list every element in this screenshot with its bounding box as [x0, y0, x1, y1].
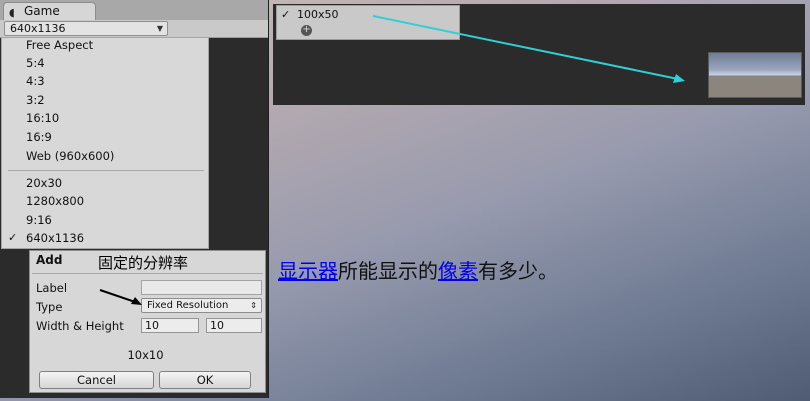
menu-item-4-3[interactable]: 4:3 — [2, 72, 208, 90]
menu-item-16-9[interactable]: 16:9 — [2, 128, 208, 146]
size-field-label: Width & Height — [36, 319, 124, 333]
dialog-title: Add — [36, 253, 63, 267]
menu-item-16-10[interactable]: 16:10 — [2, 109, 208, 127]
dialog-divider — [32, 273, 263, 274]
label-field-label: Label — [36, 281, 68, 295]
link-pixel[interactable]: 像素 — [438, 259, 478, 283]
label-input[interactable] — [141, 280, 262, 295]
menu-item-5-4[interactable]: 5:4 — [2, 54, 208, 72]
cancel-button[interactable]: Cancel — [39, 371, 154, 389]
checkmark-icon: ✓ — [8, 231, 18, 244]
menu-item-free-aspect[interactable]: Free Aspect — [2, 36, 208, 54]
width-input[interactable]: 10 — [141, 318, 199, 333]
updown-arrow-icon: ⇕ — [250, 301, 257, 310]
ok-button[interactable]: OK — [159, 371, 251, 389]
menu-divider — [8, 170, 204, 171]
menu-item-web[interactable]: Web (960x600) — [2, 147, 208, 165]
menu-item-9-16[interactable]: 9:16 — [2, 211, 208, 229]
game-view-thumbnail — [708, 52, 802, 98]
resolution-menu: Free Aspect 5:4 4:3 3:2 16:10 16:9 Web (… — [1, 37, 209, 249]
menu-item-3-2[interactable]: 3:2 — [2, 91, 208, 109]
menu-item-20x30[interactable]: 20x30 — [2, 174, 208, 192]
menu-item-640x1136[interactable]: ✓ 640x1136 — [2, 229, 208, 247]
tab-game-label: Game — [24, 4, 60, 18]
caption-part-2: 有多少。 — [478, 259, 558, 283]
caption-part-1: 所能显示的 — [338, 259, 438, 283]
resolution-preview: 10x10 — [127, 348, 164, 362]
aspect-dropdown-value: 640x1136 — [10, 22, 66, 35]
aspect-dropdown[interactable]: 640x1136 ▼ — [4, 21, 168, 36]
type-select[interactable]: Fixed Resolution ⇕ — [141, 298, 262, 313]
chevron-down-icon: ▼ — [156, 24, 163, 33]
link-display[interactable]: 显示器 — [278, 259, 338, 283]
type-field-label: Type — [36, 300, 63, 314]
type-select-value: Fixed Resolution — [147, 300, 229, 311]
annotation-fixed-resolution: 固定的分辨率 — [98, 254, 189, 272]
menu-item-1280x800[interactable]: 1280x800 — [2, 192, 208, 210]
caption-text: 显示器所能显示的像素有多少。 — [278, 255, 558, 284]
pacman-icon: ◖ — [9, 6, 15, 19]
tab-game[interactable]: ◖ Game — [3, 2, 96, 21]
annotation-arrow — [99, 289, 142, 305]
annotation-cyan-arrow — [372, 15, 685, 83]
height-input[interactable]: 10 — [206, 318, 262, 333]
